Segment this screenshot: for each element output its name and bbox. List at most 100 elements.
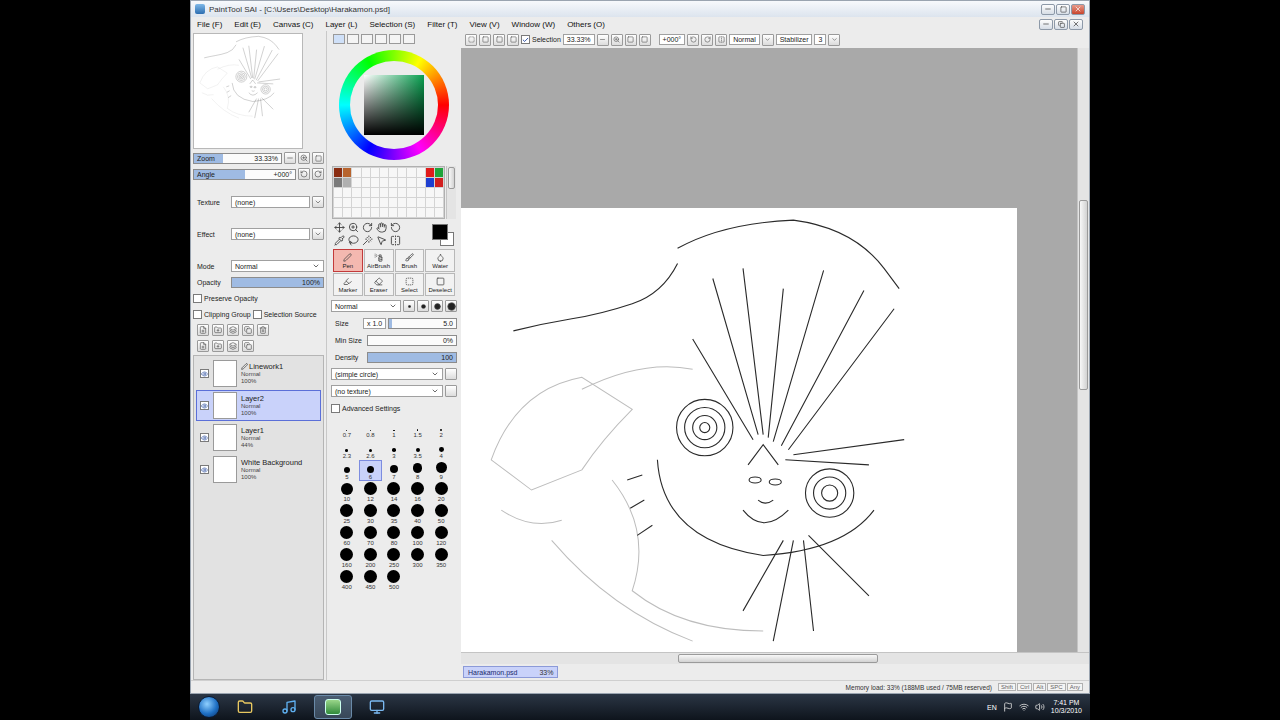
empty-swatch[interactable] [398,198,406,207]
empty-swatch[interactable] [343,188,351,197]
taskbar-app[interactable] [226,695,264,719]
brush-size[interactable]: 3 [382,439,406,460]
empty-swatch[interactable] [398,208,406,217]
texture-button[interactable] [445,385,457,397]
empty-swatch[interactable] [371,178,379,187]
brush-size[interactable]: 0.7 [335,418,359,439]
foreground-color[interactable] [432,224,448,240]
swatch[interactable] [343,178,351,187]
empty-swatch[interactable] [371,208,379,217]
menu-item[interactable]: Edit (E) [234,20,261,29]
tip-shape-button[interactable] [431,300,443,312]
stabilizer-field[interactable]: 3 [814,34,826,45]
view-mode-field[interactable]: Normal [729,34,760,45]
minimize-button[interactable] [1041,4,1055,15]
angle-button[interactable] [687,34,699,46]
swatch[interactable] [426,178,434,187]
empty-swatch[interactable] [362,208,370,217]
empty-swatch[interactable] [398,168,406,177]
option-checkbox[interactable] [193,310,202,319]
menu-item[interactable]: Selection (S) [369,20,415,29]
brush-size[interactable]: 1 [382,418,406,439]
brush-size[interactable]: 16 [406,481,430,503]
menu-item[interactable]: Canvas (C) [273,20,313,29]
menu-item[interactable]: Window (W) [512,20,556,29]
rotate-right-button[interactable] [312,168,324,180]
menu-item[interactable]: Others (O) [567,20,605,29]
layer-row[interactable]: Layer1Normal44% [196,422,321,453]
tool-icon[interactable] [376,222,387,233]
tip-shape-button[interactable] [403,300,415,312]
color-mode-button[interactable] [375,34,387,44]
horizontal-scrollbar[interactable] [461,652,1089,664]
menu-item[interactable]: File (F) [197,20,222,29]
clock[interactable]: 7:41 PM10/3/2010 [1051,699,1082,715]
paper-field[interactable]: (none) [231,196,310,208]
swatch[interactable] [334,178,342,187]
zoom-reset-button[interactable] [312,152,324,164]
tool-button[interactable]: AirBrush [364,249,394,272]
brush-size[interactable]: 300 [406,547,430,569]
layer-row[interactable]: Layer2Normal100% [196,390,321,421]
empty-swatch[interactable] [407,188,415,197]
empty-swatch[interactable] [380,188,388,197]
empty-swatch[interactable] [334,188,342,197]
scroll-thumb[interactable] [448,167,455,189]
brush-size[interactable]: 35 [382,503,406,525]
tool-icon[interactable] [334,235,345,246]
empty-swatch[interactable] [398,178,406,187]
layer-row[interactable]: White BackgroundNormal100% [196,454,321,485]
angle-button[interactable] [715,34,727,46]
paper-button[interactable] [312,196,324,208]
advanced-settings[interactable]: Advanced Settings [331,404,400,413]
empty-swatch[interactable] [352,188,360,197]
toolbar-button[interactable] [507,34,519,46]
brush-size[interactable]: 20 [429,481,453,503]
empty-swatch[interactable] [407,198,415,207]
scroll-thumb[interactable] [1079,200,1088,390]
empty-swatch[interactable] [435,188,443,197]
empty-swatch[interactable] [371,168,379,177]
empty-swatch[interactable] [389,168,397,177]
brush-size[interactable]: 2 [429,418,453,439]
empty-swatch[interactable] [417,178,425,187]
brush-size[interactable]: 5 [335,460,359,481]
zoom-button[interactable] [625,34,637,46]
brush-size[interactable]: 60 [335,525,359,547]
maximize-button[interactable] [1056,4,1070,15]
brush-size[interactable]: 250 [382,547,406,569]
view-mode-button[interactable] [762,34,774,46]
zoom-out-button[interactable] [284,152,296,164]
size-multiplier[interactable]: x 1.0 [363,318,386,329]
empty-swatch[interactable] [417,208,425,217]
volume-icon[interactable] [1035,702,1045,712]
tool-button[interactable]: Marker [333,273,363,296]
brush-size[interactable]: 500 [382,569,406,591]
tool-button[interactable]: Deselect [425,273,455,296]
swatch[interactable] [426,168,434,177]
empty-swatch[interactable] [380,178,388,187]
empty-swatch[interactable] [426,198,434,207]
empty-swatch[interactable] [343,208,351,217]
brush-size[interactable]: 2.6 [359,439,383,460]
swatch-scrollbar[interactable] [446,166,456,219]
empty-swatch[interactable] [380,168,388,177]
min-size-slider[interactable]: 0% [367,335,457,346]
brush-size[interactable]: 1.5 [406,418,430,439]
blend-select[interactable]: Normal [331,300,401,312]
brush-size[interactable]: 25 [335,503,359,525]
vertical-scrollbar[interactable] [1077,48,1089,652]
tool-icon[interactable] [348,235,359,246]
empty-swatch[interactable] [435,198,443,207]
visibility-toggle[interactable] [200,369,209,378]
brush-size[interactable]: 50 [429,503,453,525]
menu-item[interactable]: Layer (L) [325,20,357,29]
taskbar-app[interactable] [358,695,396,719]
option[interactable]: Clipping Group [193,310,251,319]
empty-swatch[interactable] [371,188,379,197]
swatch[interactable] [334,168,342,177]
layer-button[interactable] [227,324,239,336]
empty-swatch[interactable] [380,208,388,217]
saturation-square[interactable] [364,75,424,135]
brush-size[interactable]: 80 [382,525,406,547]
